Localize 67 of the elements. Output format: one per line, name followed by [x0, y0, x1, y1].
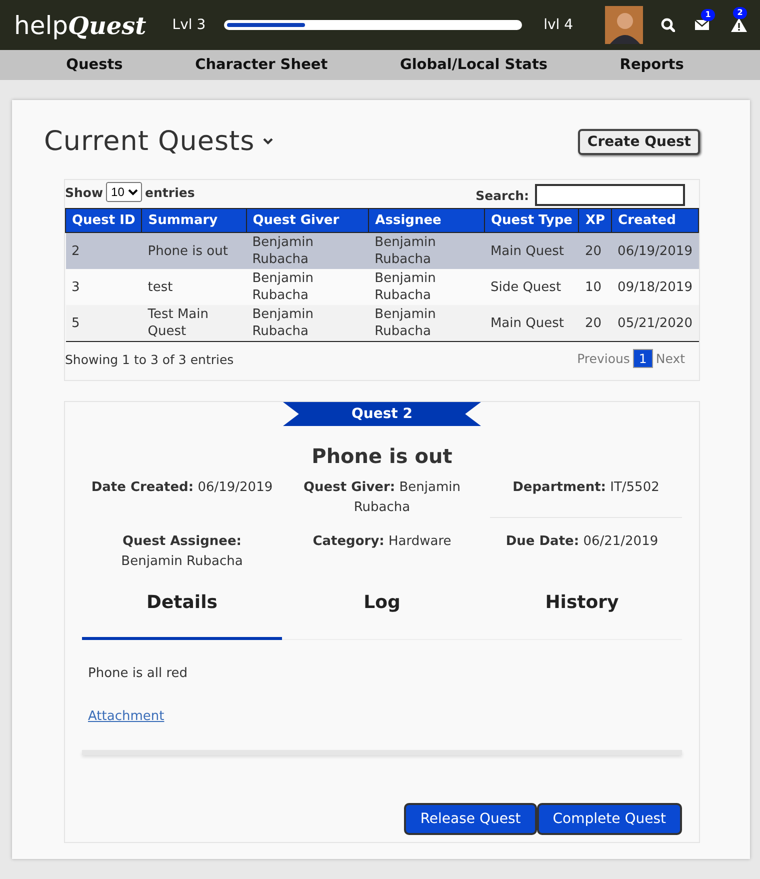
table-cell[interactable]: 2 [66, 232, 142, 269]
detail-tab[interactable]: History [482, 586, 682, 640]
detail-field: Due Date: 06/21/2019 [490, 532, 674, 572]
detail-field: Quest Giver: Benjamin Rubacha [290, 478, 474, 518]
table-cell[interactable]: Benjamin Rubacha [368, 232, 484, 269]
table-cell[interactable]: Test Main Quest [142, 305, 246, 342]
search-label: Search: [476, 188, 529, 202]
column-header[interactable]: Assignee [368, 208, 484, 232]
nav-link[interactable]: Character Sheet [195, 57, 328, 73]
detail-field: Date Created: 06/19/2019 [90, 478, 274, 518]
table-cell[interactable]: Benjamin Rubacha [246, 305, 369, 342]
page-title: Current Quests [44, 126, 255, 157]
detail-field: Department: IT/5502 [490, 478, 682, 518]
entries-dropdown[interactable]: 10 [106, 182, 142, 202]
level-label: lvl 4 [544, 17, 574, 33]
table-cell[interactable]: Benjamin Rubacha [246, 269, 369, 305]
quest-banner: Quest 2 [283, 402, 481, 426]
table-cell[interactable]: 3 [66, 269, 142, 305]
previous-link[interactable]: Previous [577, 351, 630, 366]
action-button[interactable]: Release Quest [404, 803, 537, 835]
nav-link[interactable]: Quests [66, 57, 123, 73]
column-header[interactable]: Summary [142, 208, 246, 232]
nav-link[interactable]: Reports [620, 57, 684, 73]
detail-tab[interactable]: Log [282, 586, 482, 640]
notification-badge: 2 [733, 7, 748, 19]
table-cell[interactable]: 05/21/2020 [612, 305, 698, 342]
search-field[interactable] [535, 184, 685, 206]
column-header[interactable]: Quest Type [484, 208, 579, 232]
warning-icon[interactable] [731, 18, 748, 32]
level-label: Lvl 3 [172, 17, 206, 33]
mail-icon[interactable] [695, 20, 710, 30]
column-header[interactable]: XP [578, 208, 612, 232]
table-cell[interactable]: Main Quest [484, 232, 579, 269]
table-cell[interactable]: Benjamin Rubacha [368, 269, 484, 305]
table-cell[interactable]: Side Quest [484, 269, 579, 305]
table-cell[interactable]: Benjamin Rubacha [246, 232, 369, 269]
description-text: Phone is all red [88, 666, 189, 681]
detail-tab[interactable]: Details [82, 586, 282, 640]
table-cell[interactable]: test [142, 269, 246, 305]
table-cell[interactable]: 20 [578, 232, 612, 269]
nav-link[interactable]: Global/Local Stats [400, 57, 548, 73]
column-header[interactable]: Created [612, 208, 698, 232]
detail-field: Category: Hardware [290, 532, 474, 572]
column-header[interactable]: Quest ID [66, 208, 142, 232]
entries-label: entries [145, 184, 195, 200]
entries-info: Showing 1 to 3 of 3 entries [65, 352, 234, 368]
app-logo[interactable]: helpQuest [14, 10, 146, 40]
table-cell[interactable]: 20 [578, 305, 612, 342]
page-button[interactable]: 1 [632, 349, 653, 368]
chevron-down-icon[interactable] [262, 138, 273, 145]
table-cell[interactable]: 09/18/2019 [612, 269, 698, 305]
column-header[interactable]: Quest Giver [246, 208, 369, 232]
table-cell[interactable]: 10 [578, 269, 612, 305]
table-cell[interactable]: 5 [66, 305, 142, 342]
table-cell[interactable]: Main Quest [484, 305, 579, 342]
create-quest-button[interactable]: Create Quest [578, 128, 700, 154]
table-cell[interactable]: Phone is out [142, 232, 246, 269]
action-button[interactable]: Complete Quest [536, 803, 682, 835]
table-cell[interactable]: 06/19/2019 [612, 232, 698, 269]
notification-badge: 1 [701, 9, 716, 21]
quest-title: Phone is out [312, 444, 452, 468]
attachment-link[interactable]: Attachment [88, 709, 164, 724]
show-label: Show [65, 184, 104, 200]
search-icon[interactable] [661, 18, 676, 32]
table-cell[interactable]: Benjamin Rubacha [368, 305, 484, 342]
next-link[interactable]: Next [656, 351, 685, 366]
detail-field: Quest Assignee: Benjamin Rubacha [90, 532, 274, 572]
